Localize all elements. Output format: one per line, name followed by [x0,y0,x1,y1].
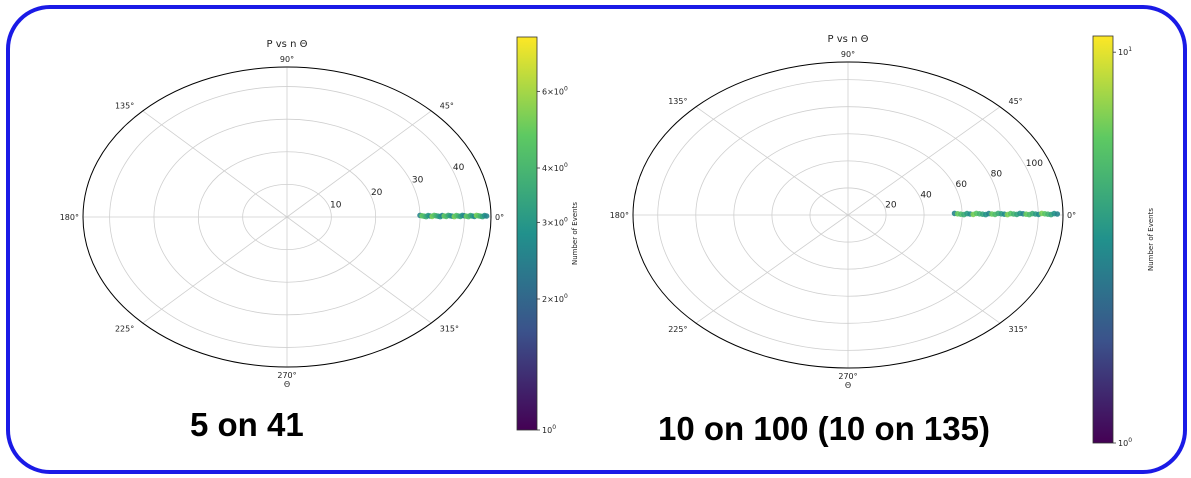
colorbar-tick-label: 4×100 [542,162,568,173]
angle-tick-label: 90° [841,50,855,59]
angle-tick-label: 225° [668,325,687,334]
colorbar-tick-label: 2×100 [542,293,568,304]
angle-grid-line [286,110,432,218]
angle-tick-label: 270° [277,371,296,380]
angle-tick-label: 0° [1067,211,1076,220]
angle-tick-label: 180° [610,211,629,220]
angle-tick-label: 45° [440,101,454,110]
angle-tick-label: 180° [60,213,79,222]
angle-grid-line [142,216,288,324]
colorbar: 100 2×100 3×100 4×100 6×100 Number of Events [516,36,579,435]
colorbar-tick-label: 6×100 [542,85,568,96]
angle-grid-line [847,214,1001,324]
colorbar-label: Number of Events [1147,208,1155,271]
r-tick-label: 20 [371,188,383,198]
colorbar-tick-label: 100 [542,424,556,435]
r-tick-label: 30 [412,176,424,186]
colorbar-tick-label: 101 [1118,46,1132,57]
data-point [483,213,490,219]
chart-title: P vs n Θ [267,39,308,50]
angle-tick-label: 45° [1009,97,1023,106]
colorbar-gradient [1092,35,1114,444]
angle-grid-line [286,216,432,324]
r-tick-label: 60 [955,180,967,190]
caption-right: 10 on 100 (10 on 135) [658,410,990,447]
colorbar-label: Number of Events [571,202,579,265]
r-tick-label: 10 [330,201,342,211]
theta-axis-label: Θ [845,381,851,390]
polar-chart-right: P vs n Θ 0° 45° 90° 135° 180° 225° 270° 315° Θ 20 4… [610,34,1155,448]
angle-tick-label: 270° [838,372,857,381]
angle-grid-line [142,110,288,218]
colorbar-tick-label: 100 [1118,437,1132,448]
chart-title: P vs n Θ [828,34,869,45]
colorbar-gradient [516,36,538,431]
angle-tick-label: 90° [280,55,294,64]
r-tick-label: 20 [885,201,897,211]
angle-tick-label: 315° [1009,325,1028,334]
data-point [1054,211,1061,217]
angle-tick-label: 225° [115,325,134,334]
colorbar: 100 101 Number of Events [1092,35,1155,448]
colorbar-tick-label: 3×100 [542,216,568,227]
angle-grid-line [695,214,849,324]
r-tick-label: 40 [453,163,465,173]
theta-axis-label: Θ [284,380,290,389]
angle-tick-label: 0° [495,213,504,222]
polar-charts-figure: P vs n Θ 0° 45° 90° 135° 180° 225° 270° 315° Θ 10 2… [60,34,1155,448]
r-tick-label: 40 [920,190,932,200]
angle-grid-line [695,106,849,216]
r-tick-label: 80 [991,170,1003,180]
polar-chart-left: P vs n Θ 0° 45° 90° 135° 180° 225° 270° 315° Θ 10 2… [60,36,579,435]
caption-left: 5 on 41 [190,406,304,443]
angle-tick-label: 315° [440,325,459,334]
r-tick-label: 100 [1026,159,1043,169]
angle-tick-label: 135° [668,97,687,106]
angle-tick-label: 135° [115,101,134,110]
